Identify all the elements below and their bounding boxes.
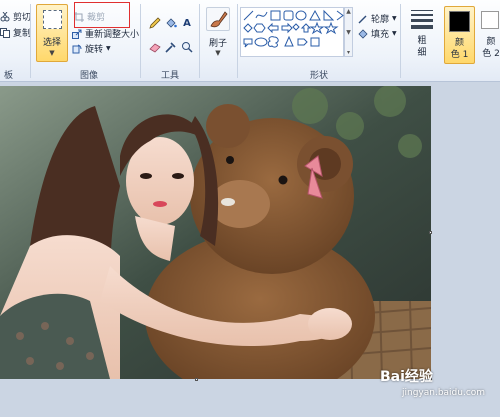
outline-button[interactable]: 轮廓 ▼ [358,12,397,25]
rotate-label: 旋转 [85,45,104,55]
color-picker-icon[interactable] [164,40,178,54]
color2-swatch [481,11,499,29]
fill-bucket-icon [358,28,368,39]
shapes-gallery-scrollbar[interactable]: ▲ ▼ ▾ [344,7,353,57]
cut-button[interactable]: 剪切 [0,10,31,23]
separator [199,4,200,78]
resize-icon [72,29,82,39]
copy-label: 复制 [13,29,32,39]
eraser-icon[interactable] [148,40,162,54]
color2-label: 颜 色 2 [478,36,500,60]
outline-label: 轮廓 [371,15,390,25]
text-icon[interactable]: A [180,16,194,30]
copy-icon [0,27,10,38]
chevron-down-icon[interactable]: ▼ [203,49,233,57]
pencil-icon[interactable] [148,16,162,30]
rotate-dropdown-icon[interactable]: ▼ [106,45,111,52]
baidu-watermark-url: jingyan.baidu.com [402,388,486,398]
shapes-group-label: 形状 [310,71,329,81]
rotate-icon [72,44,82,53]
color1-label-line1: 颜 [454,38,464,48]
color1-button[interactable]: 颜 色 1 [444,6,475,64]
cut-label: 剪切 [13,13,32,23]
scissors-icon [0,11,10,21]
color2-label-line2: 色 2 [482,49,500,59]
photo-girl-with-teddy-bear [0,86,431,379]
chevron-down-icon[interactable]: ▼ [37,49,67,57]
copy-button[interactable]: 复制 [0,26,31,39]
fill-dropdown-icon[interactable]: ▼ [392,30,397,37]
size-icon [411,10,433,32]
image-group-label: 图像 [80,71,99,81]
canvas-resize-handle-right[interactable] [429,231,432,234]
color1-swatch [449,11,470,32]
select-button[interactable]: 选择 ▼ [36,4,68,62]
color2-button[interactable]: 颜 色 2 [478,6,500,64]
size-label-line2: 细 [417,48,427,58]
brush-button[interactable]: 刷子 ▼ [203,7,233,59]
fill-label: 填充 [371,30,390,40]
tools-group-label: 工具 [161,71,180,81]
select-label: 选择 [42,38,61,48]
canvas-image[interactable] [0,86,431,379]
resize-label: 重新调整大小 [85,30,140,40]
select-marquee-icon [43,10,62,29]
magnifier-icon[interactable] [180,40,194,54]
chevron-down-icon[interactable]: ▼ [346,29,351,36]
size-label: 粗 细 [406,35,438,59]
fill-bucket-icon[interactable] [164,16,178,30]
baidu-watermark: Bai经验 [380,369,433,385]
crop-highlight-box [74,2,130,28]
color1-label-line2: 色 1 [450,50,469,60]
rotate-button[interactable]: 旋转 ▼ [72,42,111,55]
ribbon-toolbar: 剪切 复制 板 选择 ▼ 裁剪 重新调整大小 旋转 ▼ 图像 A 工具 刷子 ▼… [0,0,500,82]
outline-dropdown-icon[interactable]: ▼ [392,15,397,22]
shapes-gallery[interactable] [240,7,344,57]
separator [237,4,238,78]
expand-icon[interactable]: ▾ [347,49,350,56]
size-label-line1: 粗 [417,36,427,46]
outline-icon [358,15,367,23]
separator [30,4,31,78]
chevron-up-icon[interactable]: ▲ [346,8,351,15]
clipboard-group-label: 板 [4,71,14,81]
canvas-resize-handle-bottom[interactable] [195,378,198,381]
separator [140,4,141,78]
color2-label-line1: 颜 [486,37,496,47]
separator [400,4,401,78]
fill-button[interactable]: 填充 ▼ [358,27,397,40]
color1-label: 颜 色 1 [445,37,474,61]
size-button[interactable]: 粗 细 [406,7,438,63]
resize-button[interactable]: 重新调整大小 [72,27,139,40]
shapes-grid-icon [243,9,344,48]
brush-label: 刷子 [208,39,227,49]
brush-icon [206,7,230,31]
